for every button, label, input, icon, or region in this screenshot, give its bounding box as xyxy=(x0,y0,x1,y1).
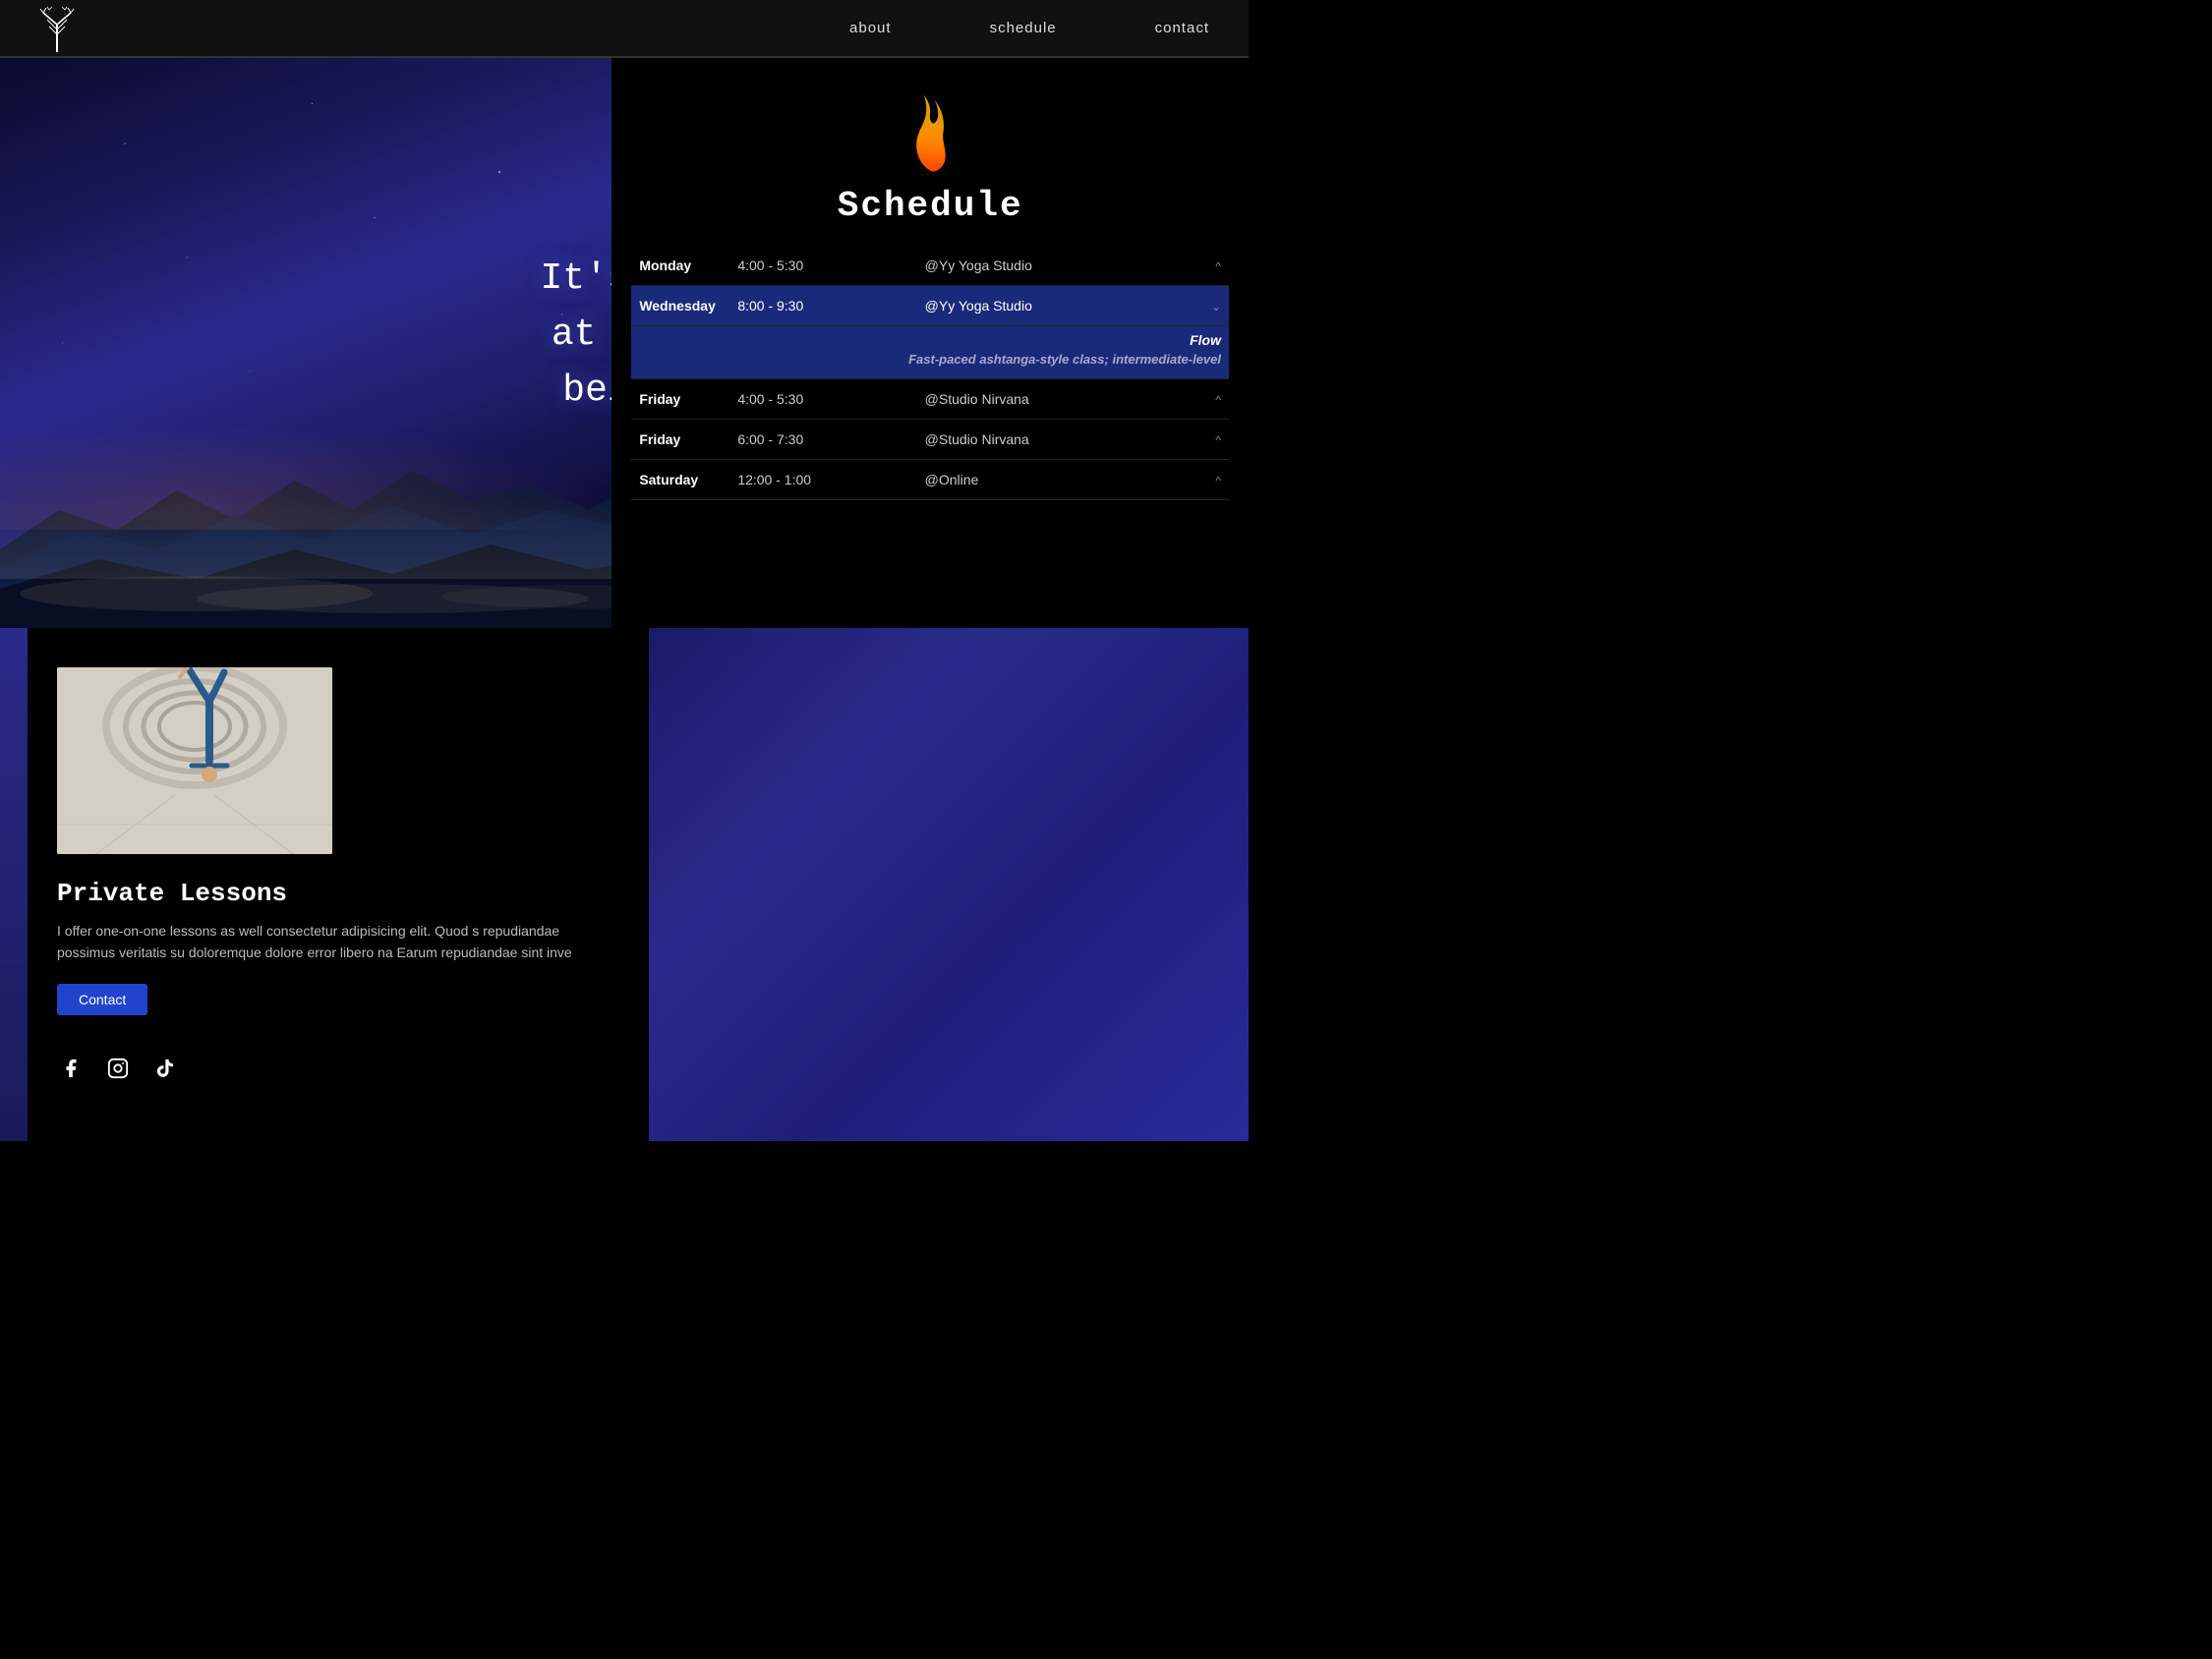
schedule-location: @Online xyxy=(917,460,1176,500)
logo[interactable] xyxy=(39,5,75,52)
private-lessons-title: Private Lessons xyxy=(57,879,619,908)
schedule-title: Schedule xyxy=(838,186,1023,226)
schedule-time: 4:00 - 5:30 xyxy=(729,379,916,420)
schedule-chevron[interactable]: ^ xyxy=(1175,420,1229,460)
schedule-time: 6:00 - 7:30 xyxy=(729,420,916,460)
nav-about[interactable]: about xyxy=(849,20,892,36)
private-lessons-body: I offer one-on-one lessons as well conse… xyxy=(57,920,619,964)
social-icons xyxy=(57,1055,619,1082)
schedule-location: @Studio Nirvana xyxy=(917,379,1176,420)
left-section: Private Lessons I offer one-on-one lesso… xyxy=(0,628,649,1141)
schedule-expanded-row: Flow Fast-paced ashtanga-style class; in… xyxy=(631,326,1229,379)
schedule-time: 4:00 - 5:30 xyxy=(729,246,916,286)
table-row[interactable]: Wednesday 8:00 - 9:30 @Yy Yoga Studio ⌄ xyxy=(631,286,1229,326)
main-content: Private Lessons I offer one-on-one lesso… xyxy=(0,628,1249,1141)
schedule-day: Friday xyxy=(631,379,729,420)
schedule-day: Monday xyxy=(631,246,729,286)
schedule-time: 8:00 - 9:30 xyxy=(729,286,916,326)
schedule-panel: Schedule Monday 4:00 - 5:30 @Yy Yoga Stu… xyxy=(611,58,1249,628)
table-row[interactable]: Monday 4:00 - 5:30 @Yy Yoga Studio ^ xyxy=(631,246,1229,286)
table-row[interactable]: Friday 6:00 - 7:30 @Studio Nirvana ^ xyxy=(631,420,1229,460)
table-row[interactable]: Friday 4:00 - 5:30 @Studio Nirvana ^ xyxy=(631,379,1229,420)
class-name: Flow xyxy=(639,332,1221,348)
contact-button[interactable]: Contact xyxy=(57,984,147,1015)
class-description: Fast-paced ashtanga-style class; interme… xyxy=(639,352,1221,367)
schedule-day: Friday xyxy=(631,420,729,460)
instagram-icon[interactable] xyxy=(104,1055,132,1082)
right-blue-section xyxy=(649,628,1249,1141)
schedule-day: Saturday xyxy=(631,460,729,500)
schedule-day: Wednesday xyxy=(631,286,729,326)
schedule-location: @Yy Yoga Studio xyxy=(917,286,1176,326)
tiktok-icon[interactable] xyxy=(151,1055,179,1082)
hero-section: It's not about being good at something. … xyxy=(0,58,1249,628)
flame-icon xyxy=(905,87,955,176)
schedule-time: 12:00 - 1:00 xyxy=(729,460,916,500)
schedule-chevron[interactable]: ^ xyxy=(1175,246,1229,286)
schedule-table: Monday 4:00 - 5:30 @Yy Yoga Studio ^ Wed… xyxy=(631,246,1229,500)
table-row[interactable]: Saturday 12:00 - 1:00 @Online ^ xyxy=(631,460,1229,500)
accent-bar xyxy=(0,628,28,1141)
yoga-photo xyxy=(57,667,332,854)
schedule-chevron[interactable]: ⌄ xyxy=(1175,286,1229,326)
schedule-chevron[interactable]: ^ xyxy=(1175,460,1229,500)
nav-contact[interactable]: contact xyxy=(1155,20,1209,36)
nav-schedule[interactable]: schedule xyxy=(990,20,1057,36)
facebook-icon[interactable] xyxy=(57,1055,85,1082)
navigation: about schedule contact xyxy=(0,0,1249,57)
schedule-location: @Studio Nirvana xyxy=(917,420,1176,460)
schedule-location: @Yy Yoga Studio xyxy=(917,246,1176,286)
schedule-chevron[interactable]: ^ xyxy=(1175,379,1229,420)
